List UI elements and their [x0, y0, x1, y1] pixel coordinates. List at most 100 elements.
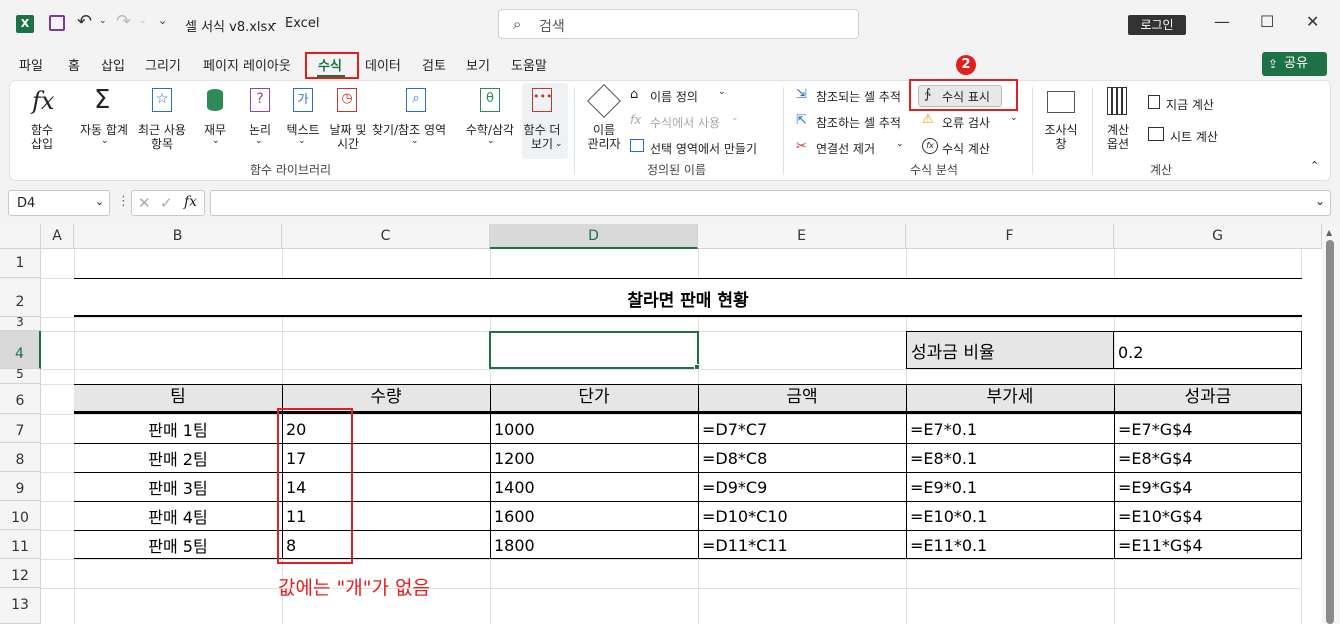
- cancel-icon[interactable]: ✕: [138, 194, 151, 212]
- tab-file[interactable]: 파일: [19, 55, 43, 74]
- create-from-selection-button[interactable]: 선택 영역에서 만들기: [650, 140, 757, 157]
- row-header-13[interactable]: 13: [0, 588, 41, 624]
- name-manager-button[interactable]: 이름 관리자: [582, 123, 626, 151]
- amount-cell[interactable]: =D10*C10: [702, 507, 788, 526]
- tab-home[interactable]: 홈: [68, 55, 80, 74]
- row-header-12[interactable]: 12: [0, 559, 41, 588]
- calculate-sheet-button[interactable]: 시트 계산: [1170, 128, 1218, 145]
- bonus-cell[interactable]: =E10*G$4: [1118, 507, 1203, 526]
- trace-precedents-button[interactable]: 참조되는 셀 추적: [816, 88, 901, 105]
- trace-dependents-button[interactable]: 참조하는 셀 추적: [816, 114, 901, 131]
- amount-cell[interactable]: =D9*C9: [702, 478, 767, 497]
- team-cell[interactable]: 판매 2팀: [74, 446, 282, 470]
- error-checking-button[interactable]: 오류 검사: [942, 114, 990, 131]
- vat-cell[interactable]: =E9*0.1: [910, 478, 977, 497]
- amount-cell[interactable]: =D11*C11: [702, 536, 788, 555]
- column-header-f[interactable]: F: [906, 224, 1114, 249]
- column-header-c[interactable]: C: [282, 224, 490, 249]
- unit-price-cell[interactable]: 1800: [494, 536, 535, 555]
- tab-insert[interactable]: 삽입: [101, 55, 125, 74]
- tab-review[interactable]: 검토: [422, 55, 446, 74]
- lookup-reference-button[interactable]: 찾기/참조 영역: [358, 123, 460, 137]
- row-header-10[interactable]: 10: [0, 501, 41, 530]
- row-header-8[interactable]: 8: [0, 443, 41, 472]
- column-header-g[interactable]: G: [1114, 224, 1322, 249]
- insert-function-button[interactable]: 함수 삽입: [24, 123, 60, 151]
- remove-arrows-button[interactable]: 연결선 제거: [816, 140, 875, 157]
- bonus-cell[interactable]: =E11*G$4: [1118, 536, 1203, 555]
- login-button[interactable]: 로그인: [1128, 15, 1186, 35]
- unit-price-cell[interactable]: 1000: [494, 420, 535, 439]
- row-header-7[interactable]: 7: [0, 414, 41, 443]
- recent-functions-button[interactable]: 최근 사용 항목: [134, 123, 190, 151]
- team-cell[interactable]: 판매 5팀: [74, 533, 282, 557]
- bonus-cell[interactable]: =E7*G$4: [1118, 420, 1192, 439]
- row-header-4[interactable]: 4: [0, 331, 41, 369]
- save-icon[interactable]: [49, 15, 65, 31]
- bonus-cell[interactable]: =E9*G$4: [1118, 478, 1192, 497]
- formula-bar-options-icon[interactable]: ⋮: [117, 194, 130, 209]
- vat-cell[interactable]: =E8*0.1: [910, 449, 977, 468]
- insert-function-fx-icon[interactable]: fx: [184, 194, 197, 210]
- unit-price-cell[interactable]: 1400: [494, 478, 535, 497]
- expand-formula-bar-icon[interactable]: ⌄: [1315, 194, 1325, 208]
- maximize-icon[interactable]: ☐: [1260, 12, 1274, 31]
- team-cell[interactable]: 판매 3팀: [74, 475, 282, 499]
- row-header-5[interactable]: 5: [0, 368, 41, 384]
- close-icon[interactable]: ✕: [1306, 12, 1319, 31]
- column-header-a[interactable]: A: [41, 224, 74, 249]
- column-header-d[interactable]: D: [490, 224, 698, 249]
- customize-qat-icon[interactable]: ⌄: [158, 14, 167, 27]
- unit-price-cell[interactable]: 1600: [494, 507, 535, 526]
- amount-cell[interactable]: =D7*C7: [702, 420, 767, 439]
- amount-cell[interactable]: =D8*C8: [702, 449, 767, 468]
- enter-icon[interactable]: ✓: [160, 194, 173, 212]
- team-cell[interactable]: 판매 1팀: [74, 417, 282, 441]
- row-header-6[interactable]: 6: [0, 384, 41, 414]
- financial-button[interactable]: 재무: [199, 123, 231, 137]
- fill-handle[interactable]: [694, 364, 700, 370]
- unit-price-cell[interactable]: 1200: [494, 449, 535, 468]
- collapse-ribbon-icon[interactable]: ⌃: [1310, 159, 1319, 172]
- name-box-dropdown-icon[interactable]: ⌄: [95, 195, 104, 208]
- column-header-b[interactable]: B: [74, 224, 282, 249]
- watch-window-button[interactable]: 조사식 창: [1039, 123, 1083, 151]
- vat-cell[interactable]: =E10*0.1: [910, 507, 987, 526]
- row-header-9[interactable]: 9: [0, 472, 41, 501]
- tab-view[interactable]: 보기: [466, 55, 490, 74]
- search-input[interactable]: ⌕ 검색: [498, 9, 859, 39]
- calculate-now-button[interactable]: 지금 계산: [1166, 96, 1214, 113]
- scroll-up-icon[interactable]: ▲: [1326, 228, 1332, 237]
- tab-data[interactable]: 데이터: [365, 55, 401, 74]
- column-header-e[interactable]: E: [698, 224, 906, 249]
- minimize-icon[interactable]: —: [1214, 12, 1230, 31]
- row-header-1[interactable]: 1: [0, 249, 41, 278]
- logical-button[interactable]: 논리: [244, 123, 276, 137]
- undo-icon[interactable]: ↶: [77, 11, 92, 32]
- redo-dropdown-icon: ⌄: [139, 16, 147, 26]
- vat-cell[interactable]: =E7*0.1: [910, 420, 977, 439]
- autosum-button[interactable]: 자동 합계: [76, 123, 132, 137]
- select-all-corner[interactable]: [0, 224, 41, 249]
- text-functions-button[interactable]: 텍스트: [281, 123, 325, 137]
- row-header-11[interactable]: 11: [0, 530, 41, 559]
- row-header-3[interactable]: 3: [0, 316, 41, 331]
- row-header-2[interactable]: 2: [0, 278, 41, 317]
- tab-page-layout[interactable]: 페이지 레이아웃: [203, 55, 291, 74]
- vat-cell[interactable]: =E11*0.1: [910, 536, 987, 555]
- selected-cell-d4[interactable]: [489, 331, 699, 369]
- undo-dropdown-icon[interactable]: ⌄: [99, 16, 107, 26]
- share-button[interactable]: ⇪ 공유: [1262, 52, 1327, 76]
- evaluate-formula-button[interactable]: 수식 계산: [942, 140, 990, 157]
- formula-input[interactable]: ⌄: [210, 190, 1331, 216]
- math-trig-button[interactable]: 수학/삼각: [462, 123, 518, 137]
- tab-draw[interactable]: 그리기: [145, 55, 181, 74]
- team-cell[interactable]: 판매 4팀: [74, 504, 282, 528]
- tab-help[interactable]: 도움말: [511, 55, 547, 74]
- calculation-options-button[interactable]: 계산 옵션: [1098, 123, 1138, 151]
- scrollbar-thumb[interactable]: [1326, 240, 1334, 624]
- bonus-cell[interactable]: =E8*G$4: [1118, 449, 1192, 468]
- name-box[interactable]: D4 ⌄: [8, 190, 110, 216]
- define-name-button[interactable]: 이름 정의: [650, 88, 698, 105]
- worksheet-grid[interactable]: A B C D E F G 1 2 3 4 5 6 7 8 9 10 11 12…: [0, 224, 1340, 624]
